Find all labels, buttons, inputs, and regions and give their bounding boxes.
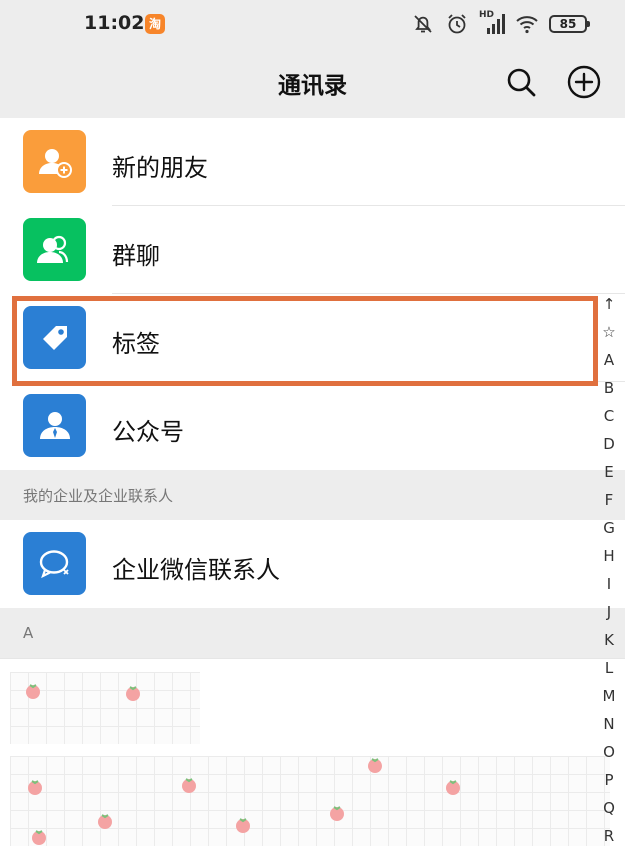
official-accounts-label: 公众号: [112, 418, 184, 446]
index-letter[interactable]: J: [607, 598, 611, 626]
strawberry-icon: [368, 758, 382, 773]
wecom-contacts-item[interactable]: 企业微信联系人: [0, 520, 625, 608]
group-chats-item[interactable]: 群聊: [0, 206, 625, 294]
index-letter[interactable]: O: [603, 738, 615, 766]
strawberry-icon: [126, 686, 140, 701]
index-letter[interactable]: F: [605, 486, 614, 514]
index-letter[interactable]: ☆: [602, 318, 615, 346]
signal-icon: [487, 14, 505, 34]
index-letter[interactable]: ↑: [603, 290, 616, 318]
battery-icon: 85: [549, 15, 590, 33]
index-letter[interactable]: E: [604, 458, 613, 486]
official-accounts-item[interactable]: 公众号: [0, 382, 625, 470]
index-letter[interactable]: G: [603, 514, 615, 542]
group-chats-label: 群聊: [112, 242, 160, 270]
section-header-enterprise: 我的企业及企业联系人: [0, 470, 625, 520]
index-letter[interactable]: Q: [603, 794, 615, 822]
status-bar: 11:02 淘 HD 85: [0, 0, 625, 48]
highlight-frame: [12, 296, 598, 386]
nav-header: 通讯录: [0, 48, 625, 118]
index-letter[interactable]: C: [604, 402, 614, 430]
index-letter[interactable]: L: [605, 654, 613, 682]
index-letter[interactable]: R: [604, 822, 614, 850]
strawberry-icon: [182, 778, 196, 793]
index-letter[interactable]: P: [604, 766, 613, 794]
strawberry-icon: [28, 780, 42, 795]
wifi-icon: [516, 16, 538, 34]
status-time: 11:02: [84, 12, 145, 34]
add-circle-icon[interactable]: [566, 64, 602, 100]
contact-row-blurred[interactable]: [10, 756, 610, 846]
alphabet-index[interactable]: ↑ ☆ A B C D E F G H I J K L M N O P Q R: [598, 290, 620, 850]
contact-list-blurred: [0, 660, 625, 854]
strawberry-icon: [32, 830, 46, 845]
wecom-contacts-label: 企业微信联系人: [112, 556, 280, 584]
index-letter[interactable]: N: [603, 710, 614, 738]
strawberry-icon: [446, 780, 460, 795]
new-friends-item[interactable]: 新的朋友: [0, 118, 625, 206]
index-letter[interactable]: H: [603, 542, 614, 570]
section-title: 我的企业及企业联系人: [23, 487, 174, 505]
strawberry-icon: [330, 806, 344, 821]
strawberry-icon: [98, 814, 112, 829]
search-icon[interactable]: [503, 64, 539, 100]
wecom-icon: [23, 532, 86, 595]
index-letter[interactable]: M: [603, 682, 616, 710]
alarm-icon: [448, 14, 466, 34]
section-title: A: [23, 624, 34, 642]
add-friend-icon: [23, 130, 86, 193]
index-letter[interactable]: D: [603, 430, 615, 458]
index-letter[interactable]: I: [607, 570, 611, 598]
taobao-notification-icon: 淘: [145, 14, 165, 34]
index-letter[interactable]: A: [604, 346, 614, 374]
signal-indicator: HD: [479, 10, 505, 36]
section-header-a: A: [0, 608, 625, 658]
strawberry-icon: [236, 818, 250, 833]
new-friends-label: 新的朋友: [112, 154, 208, 182]
strawberry-icon: [26, 684, 40, 699]
index-letter[interactable]: B: [604, 374, 614, 402]
divider: [0, 658, 625, 659]
index-letter[interactable]: K: [604, 626, 614, 654]
official-account-icon: [23, 394, 86, 457]
bell-off-icon: [414, 15, 432, 33]
group-chat-icon: [23, 218, 86, 281]
